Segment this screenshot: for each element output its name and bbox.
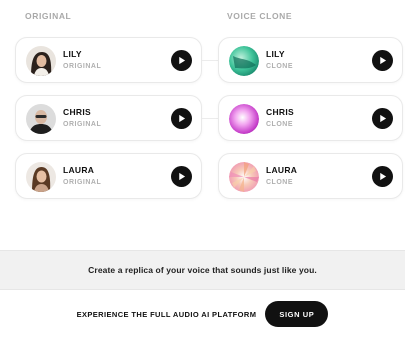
play-button[interactable] [171, 108, 192, 129]
voice-card-original-lily: LILY ORIGINAL [15, 37, 202, 83]
voice-card-clone-lily: LILY CLONE [218, 37, 403, 83]
voice-card-clone-laura: LAURA CLONE [218, 153, 403, 199]
row-connector [202, 118, 218, 119]
avatar-lily [26, 46, 56, 76]
play-icon [179, 114, 186, 123]
promo-banner-text: Create a replica of your voice that soun… [88, 265, 317, 275]
play-button[interactable] [171, 166, 192, 187]
play-button[interactable] [372, 108, 393, 129]
avatar-laura [26, 162, 56, 192]
voice-name: LAURA [266, 165, 298, 175]
clone-orb-chris [229, 104, 259, 134]
play-button[interactable] [171, 50, 192, 71]
cta-text: EXPERIENCE THE FULL AUDIO AI PLATFORM [76, 309, 257, 319]
voice-name: LILY [266, 49, 285, 59]
cta-row: EXPERIENCE THE FULL AUDIO AI PLATFORM SI… [0, 300, 405, 328]
play-icon [380, 172, 387, 181]
sign-up-button[interactable]: SIGN UP [265, 301, 329, 327]
voice-type-label: CLONE [266, 179, 293, 186]
row-connector [202, 60, 218, 61]
play-icon [179, 56, 186, 65]
voice-type-label: CLONE [266, 121, 293, 128]
play-button[interactable] [372, 50, 393, 71]
play-icon [380, 56, 387, 65]
voice-type-label: ORIGINAL [63, 121, 102, 128]
voice-card-original-laura: LAURA ORIGINAL [15, 153, 202, 199]
clone-orb-laura [229, 162, 259, 192]
avatar-chris [26, 104, 56, 134]
voice-name: LAURA [63, 165, 95, 175]
clone-orb-lily [229, 46, 259, 76]
play-button[interactable] [372, 166, 393, 187]
column-header-voice-clone: VOICE CLONE [227, 11, 293, 21]
voice-name: LILY [63, 49, 82, 59]
voice-type-label: ORIGINAL [63, 63, 102, 70]
voice-type-label: CLONE [266, 63, 293, 70]
voice-card-original-chris: CHRIS ORIGINAL [15, 95, 202, 141]
voice-name: CHRIS [266, 107, 294, 117]
play-icon [179, 172, 186, 181]
voice-name: CHRIS [63, 107, 91, 117]
column-header-original: ORIGINAL [25, 11, 72, 21]
voice-type-label: ORIGINAL [63, 179, 102, 186]
play-icon [380, 114, 387, 123]
voice-card-clone-chris: CHRIS CLONE [218, 95, 403, 141]
promo-banner: Create a replica of your voice that soun… [0, 250, 405, 290]
